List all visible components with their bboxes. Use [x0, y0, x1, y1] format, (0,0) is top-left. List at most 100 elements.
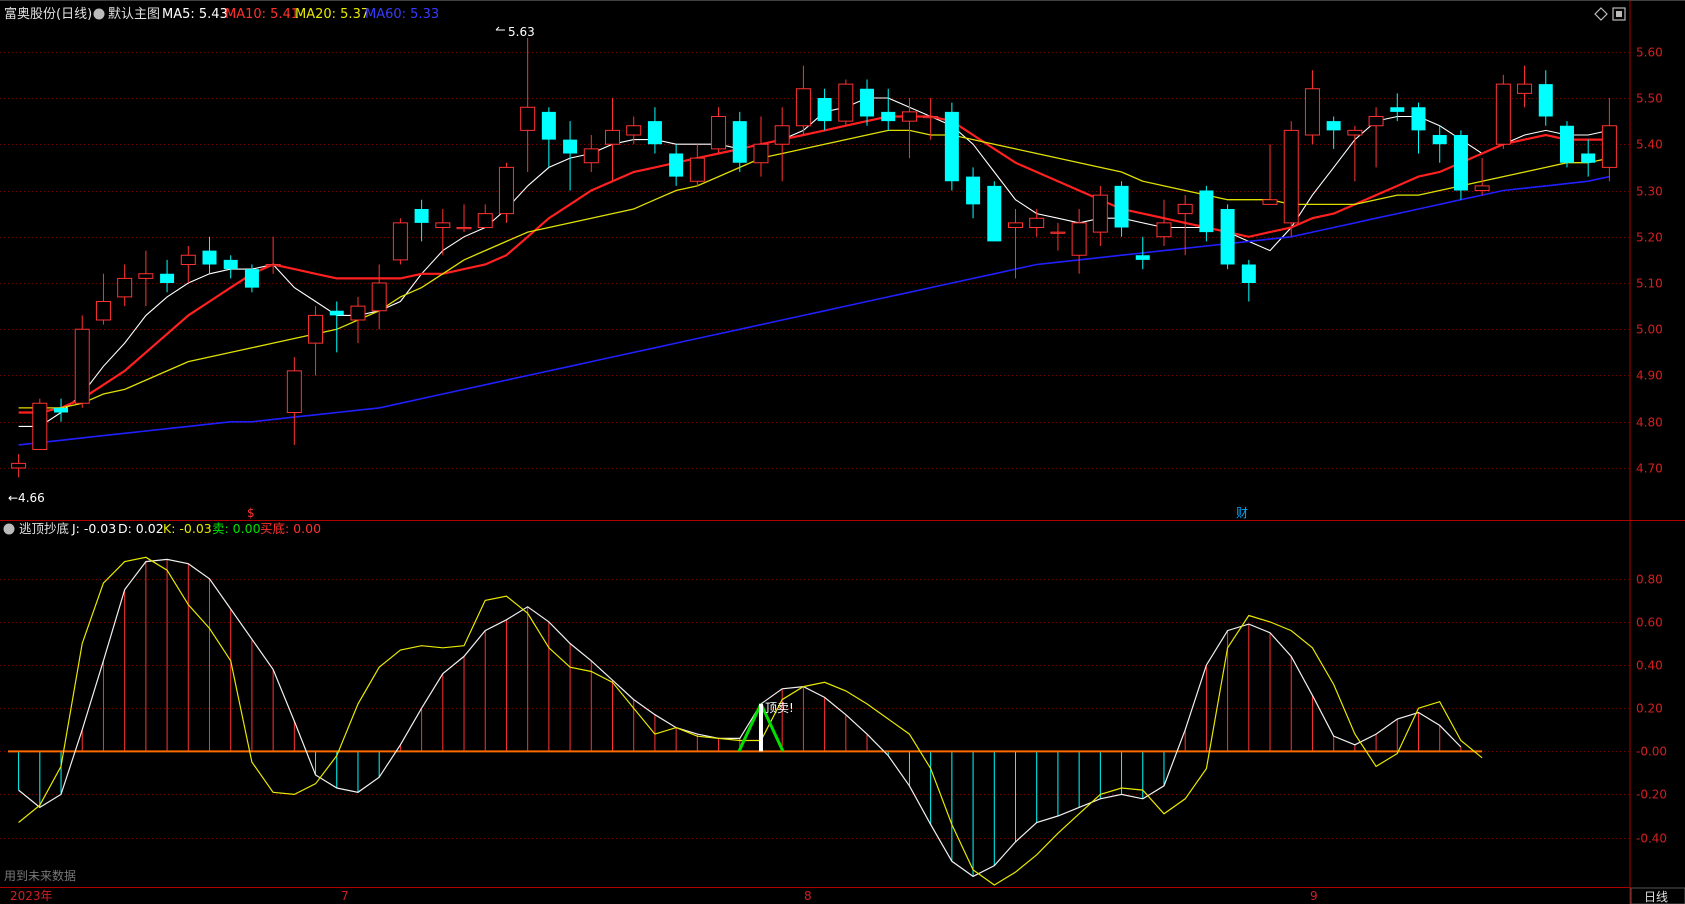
candle-body-up [350, 305, 366, 321]
sell-label: 卖: 0.00 [212, 521, 261, 536]
candle-body-down [1453, 135, 1468, 191]
candle-body-up [477, 213, 493, 228]
candle-body-down [160, 273, 175, 283]
price-tick-label: 4.90 [1636, 369, 1663, 383]
date-label-september: 9 [1310, 889, 1318, 903]
candle-body-up [1474, 185, 1490, 191]
candle-body-up [392, 222, 408, 261]
candle-body-up [95, 301, 111, 321]
candle-body-down [1538, 84, 1553, 117]
candle-body-down [1241, 264, 1256, 283]
indicator-tick-label: -0.40 [1636, 832, 1667, 846]
candle-body-up [1050, 231, 1066, 234]
low-label: ←4.66 [8, 491, 45, 505]
candle-body-down [944, 111, 959, 182]
window-controls[interactable] [1594, 7, 1626, 21]
main-chart-selector[interactable]: 默认主图 [93, 6, 161, 22]
candle-body-up [32, 402, 48, 450]
candle-body-up [753, 143, 769, 164]
sell-signal-bar [758, 703, 763, 752]
indicator-header: 逃顶抄底 J: -0.03 D: 0.02 K: -0.03 卖: 0.00 买… [3, 521, 321, 536]
candle-body-up [1368, 116, 1384, 127]
candle-body-down [563, 139, 578, 154]
candle-body-down [1114, 185, 1129, 228]
indicator-tick-label: 0.60 [1636, 616, 1663, 630]
candle-body-down [966, 176, 981, 205]
candle-body-down [817, 98, 832, 122]
candle-body-up [1156, 222, 1172, 238]
ma10-label: MA10: 5.41 [225, 7, 299, 22]
candle-body-up [1008, 222, 1023, 228]
indicator-tick-label: 0.80 [1636, 573, 1663, 587]
candle-body-up [1517, 83, 1533, 94]
date-label-july: 7 [341, 889, 349, 903]
candle-body-down [1390, 107, 1405, 112]
candle-body-down [881, 111, 896, 122]
date-label-year: 2023年 [10, 889, 53, 903]
candle-body-up [180, 254, 196, 265]
candle-body-up [1177, 203, 1193, 215]
candle-body-down [1432, 135, 1447, 145]
candle-body-up [308, 314, 324, 344]
candle-body-up [117, 277, 133, 298]
candle-body-up [456, 227, 472, 230]
candle-body-up [74, 328, 90, 404]
period-button[interactable]: 日线 [1630, 887, 1685, 904]
indicator-tick-label: 0.40 [1636, 659, 1663, 673]
candle-body-up [265, 264, 281, 267]
candle-body-up [1029, 217, 1045, 228]
candle-body-up [520, 106, 536, 131]
price-tick-label: 5.30 [1636, 185, 1663, 199]
k-label: K: -0.03 [163, 521, 212, 536]
stock-chart[interactable]: 顶卖! 4.70 4.80 4.90 5.00 5.10 5.20 5.30 5.40 5.50… [0, 0, 1685, 904]
candle-body-down [1559, 125, 1574, 163]
candle-body-down [329, 310, 344, 316]
candle-body-up [1495, 83, 1511, 145]
candle-body-down [1199, 190, 1214, 233]
d-label: D: 0.02 [118, 521, 164, 536]
price-tick-label: 5.00 [1636, 323, 1663, 337]
high-label: 5.63 [508, 25, 535, 39]
candle-body-down [54, 407, 69, 413]
candle-body-up [605, 129, 620, 145]
ma60-label: MA60: 5.33 [365, 7, 439, 22]
indicator-tick-label: 0.20 [1636, 702, 1663, 716]
indicator-tick-label: -0.20 [1636, 788, 1667, 802]
candle-body-down [1411, 107, 1426, 131]
candle-body-up [1071, 222, 1087, 256]
gear-icon[interactable] [3, 523, 15, 535]
indicator-tick-label: -0.00 [1636, 745, 1667, 759]
price-tick-label: 5.10 [1636, 277, 1663, 291]
candle-body-up [1601, 125, 1617, 168]
ma-line-ma60 [18, 175, 1610, 446]
candle-body-up [435, 222, 451, 228]
indicator-line-d [18, 558, 1462, 878]
candle-body-down [860, 88, 875, 117]
date-axis: 2023年 7 8 9 [10, 889, 1318, 903]
event-marker-dollar[interactable]: $ [247, 506, 255, 520]
candle-body-down [732, 121, 747, 163]
gear-icon[interactable] [93, 8, 105, 20]
ma20-label: MA20: 5.37 [295, 7, 369, 22]
candle-body-up [795, 88, 811, 127]
candle-body-up [1262, 199, 1278, 205]
ma-line-ma5 [18, 97, 1610, 427]
candle-body-up [626, 125, 642, 136]
price-tick-label: 5.50 [1636, 92, 1663, 106]
main-chart-label[interactable]: 默认主图 [108, 6, 160, 22]
indicator-name[interactable]: 逃顶抄底 [19, 521, 69, 536]
ma-line-ma10 [18, 115, 1610, 414]
candle-body-up [774, 125, 790, 145]
candle-body-down [223, 259, 238, 270]
candle-body-down [1326, 121, 1341, 131]
candle-body-down [1135, 255, 1150, 260]
candle-body-up [138, 273, 154, 279]
period-button-label[interactable]: 日线 [1644, 890, 1668, 904]
maximize-icon-inner [1616, 11, 1622, 17]
price-tick-label: 5.40 [1636, 138, 1663, 152]
candle-body-up [1283, 129, 1299, 224]
event-marker-finance[interactable]: 财 [1236, 506, 1248, 520]
ma5-label: MA5: 5.43 [162, 7, 228, 22]
diamond-icon[interactable] [1594, 7, 1608, 21]
high-annotation: 5.63 [495, 25, 535, 39]
